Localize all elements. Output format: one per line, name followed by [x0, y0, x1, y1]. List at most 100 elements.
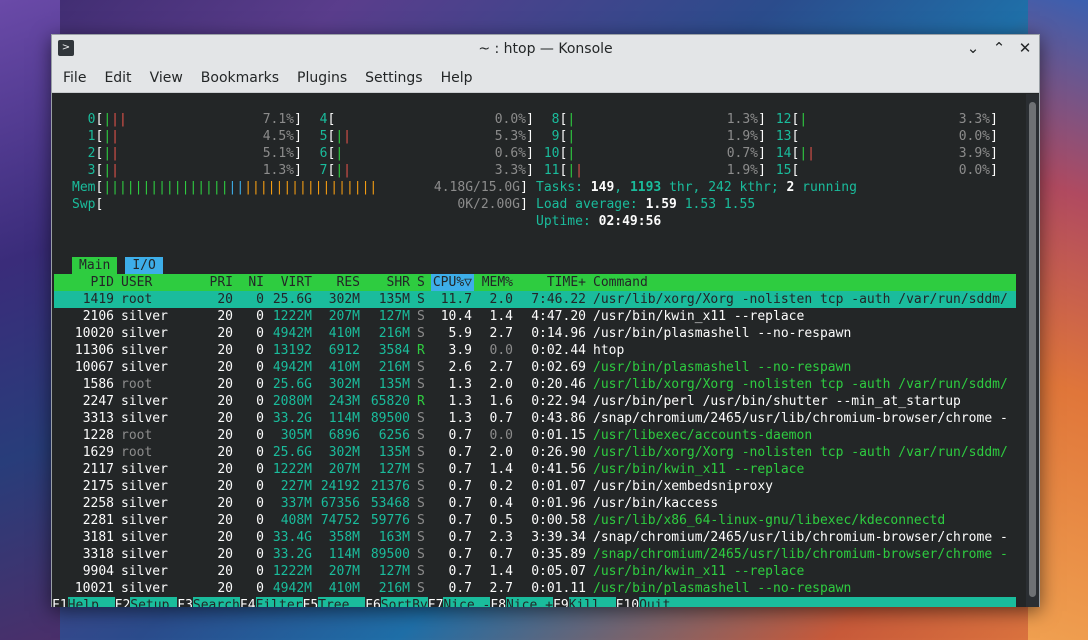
fkey-f3[interactable]: F3 [177, 597, 193, 607]
cpu-percent: 0.7% [726, 146, 758, 161]
menu-bookmarks[interactable]: Bookmarks [192, 70, 288, 86]
process-row[interactable]: 10021 silver 20 0 4942M 410M 216M S 0.7 2.7 0:01.1… [54, 580, 1016, 597]
process-row[interactable]: 11306 silver 20 0 13192 6912 3584 R 3.9 0.0 0:02.4… [54, 342, 1016, 359]
process-row[interactable]: 1228 root 20 0 305M 6896 6256 S 0.7 0.0 0:01.15/us… [54, 427, 1016, 444]
process-row[interactable]: 2247 silver 20 0 2080M 243M 65820 R 1.3 1.6 0:22.9… [54, 393, 1016, 410]
process-row[interactable]: 2117 silver 20 0 1222M 207M 127M S 0.7 1.4 0:41.56… [54, 461, 1016, 478]
col-shr[interactable]: SHR [387, 274, 410, 291]
process-shr: 89500 [370, 411, 410, 426]
fkey-label-f6[interactable]: SortBy [380, 597, 428, 607]
process-nice: 0 [256, 445, 264, 460]
process-user: silver [121, 547, 168, 562]
process-pid: 2258 [82, 496, 114, 511]
process-row[interactable]: 10020 silver 20 0 4942M 410M 216M S 5.9 2.7 0:14.9… [54, 325, 1016, 342]
fkey-f9[interactable]: F9 [553, 597, 569, 607]
fkey-f5[interactable]: F5 [302, 597, 319, 607]
konsole-window: > ~ : htop — Konsole ⌄ ⌃ ✕ File Edit View B… [51, 34, 1040, 607]
threads-label: thr, [661, 180, 709, 195]
col-user[interactable]: USER [121, 274, 152, 291]
process-user: root [121, 445, 153, 460]
cpu-label: 1 [72, 129, 96, 144]
process-shr: 65820 [370, 394, 410, 409]
fkey-label-f5[interactable]: Tree [318, 597, 366, 607]
cpu-bracket-close: ] [758, 112, 766, 127]
col-command[interactable]: Command [593, 274, 648, 291]
col-state[interactable]: S [417, 274, 425, 291]
fkey-f7[interactable]: F7 [427, 597, 444, 607]
process-user: silver [121, 479, 168, 494]
menu-settings[interactable]: Settings [356, 70, 431, 86]
process-row[interactable]: 1419 root 20 0 25.6G 302M 135M S 11.7 2.0 7:46.22 /… [54, 291, 1016, 308]
process-row[interactable]: 9904 silver 20 0 1222M 207M 127M S 0.7 1.4 0:05.07… [54, 563, 1016, 580]
process-command: /usr/bin/plasmashell --no-respawn [593, 581, 852, 596]
process-state: S [417, 581, 425, 596]
process-row[interactable]: 1586 root 20 0 25.6G 302M 135M S 1.3 2.0 0:20.46/u… [54, 376, 1016, 393]
menu-view[interactable]: View [141, 70, 192, 86]
process-row[interactable]: 2106 silver 20 0 1222M 207M 127M S 10.4 1.4 4:47.2… [54, 308, 1016, 325]
cpu-bar: || [103, 129, 119, 144]
process-command: /usr/bin/perl /usr/bin/shutter --min_at_… [593, 394, 961, 409]
title-bar[interactable]: > ~ : htop — Konsole ⌄ ⌃ ✕ [52, 35, 1039, 63]
process-nice: 0 [256, 326, 264, 341]
terminal-icon[interactable]: > [58, 40, 74, 56]
maximize-button[interactable]: ⌃ [991, 39, 1007, 57]
process-priority: 20 [217, 309, 233, 324]
tab-io[interactable]: I/O [125, 257, 163, 274]
process-row[interactable]: 10067 silver 20 0 4942M 410M 216M S 2.6 2.7 0:02.6… [54, 359, 1016, 376]
process-nice: 0 [256, 479, 264, 494]
close-button[interactable]: ✕ [1017, 39, 1033, 57]
fkey-label-f9[interactable]: Kill [568, 597, 616, 607]
col-pid[interactable]: PID [91, 274, 114, 291]
process-virt: 227M [280, 479, 312, 494]
process-pid: 2175 [82, 479, 114, 494]
fkey-f6[interactable]: F6 [365, 597, 381, 607]
process-row[interactable]: 2175 silver 20 0 227M 24192 21376 S 0.7 0.2 0:01.0… [54, 478, 1016, 495]
cpu-label: 13 [768, 129, 792, 144]
process-row[interactable]: 2258 silver 20 0 337M 67356 53468 S 0.7 0.4 0:01.9… [54, 495, 1016, 512]
cpu-bar: | [567, 112, 576, 127]
fkey-label-f10[interactable]: Quit [639, 597, 671, 607]
process-row[interactable]: 1629 root 20 0 25.6G 302M 135M S 0.7 2.0 0:26.90/u… [54, 444, 1016, 461]
process-user: silver [121, 411, 168, 426]
cpu-bracket-close: ] [758, 163, 766, 178]
process-row[interactable]: 3318 silver 20 0 33.2G 114M 89500 S 0.7 0.7 0:35.8… [54, 546, 1016, 563]
scrollbar[interactable] [1026, 94, 1039, 607]
process-user: silver [121, 530, 168, 545]
process-priority: 20 [217, 343, 233, 358]
col-mem[interactable]: MEM% [482, 274, 513, 291]
col-virt[interactable]: VIRT [281, 274, 312, 291]
fkey-f4[interactable]: F4 [239, 597, 256, 607]
process-priority: 20 [217, 411, 233, 426]
col-res[interactable]: RES [337, 274, 360, 291]
fkey-label-f4[interactable]: Filter [255, 597, 303, 607]
fkey-label-f8[interactable]: Nice + [506, 597, 553, 607]
menu-edit[interactable]: Edit [95, 70, 140, 86]
minimize-button[interactable]: ⌄ [965, 39, 981, 57]
process-priority: 20 [217, 428, 233, 443]
process-row[interactable]: 3313 silver 20 0 33.2G 114M 89500 S 1.3 0.7 0:43.8… [54, 410, 1016, 427]
col-pri[interactable]: PRI [210, 274, 233, 291]
process-row[interactable]: 2281 silver 20 0 408M 74752 59776 S 0.7 0.5 0:00.5… [54, 512, 1016, 529]
fkey-label-f7[interactable]: Nice - [443, 597, 491, 607]
menu-help[interactable]: Help [432, 70, 482, 86]
process-row[interactable]: 3181 silver 20 0 33.4G 358M 163M S 0.7 2.3 3:39.34… [54, 529, 1016, 546]
fkey-f10[interactable]: F10 [615, 597, 640, 607]
menu-file[interactable]: File [54, 70, 95, 86]
fkey-label-f3[interactable]: Search [192, 597, 240, 607]
fkey-f2[interactable]: F2 [114, 597, 131, 607]
process-command: /usr/bin/xembedsniproxy [593, 479, 774, 494]
scrollbar-thumb[interactable] [1029, 102, 1036, 597]
col-ni[interactable]: NI [248, 274, 264, 291]
fkey-f8[interactable]: F8 [490, 597, 507, 607]
process-user: silver [121, 394, 168, 409]
process-shr: 89500 [370, 547, 410, 562]
window-title: ~ : htop — Konsole [478, 41, 613, 57]
col-cpu[interactable]: CPU%▽ [430, 274, 474, 291]
fkey-label-f1[interactable]: Help [67, 597, 115, 607]
tab-main[interactable]: Main [72, 257, 118, 274]
fkey-f1[interactable]: F1 [52, 597, 68, 607]
fkey-label-f2[interactable]: Setup [130, 597, 178, 607]
menu-plugins[interactable]: Plugins [288, 70, 356, 86]
terminal-area[interactable]: 0[||| 7.1%] 4[0.0%] 8[| 1.3%] 12[| 3.3%] 1[… [52, 94, 1027, 607]
col-time[interactable]: TIME+ [547, 274, 586, 291]
